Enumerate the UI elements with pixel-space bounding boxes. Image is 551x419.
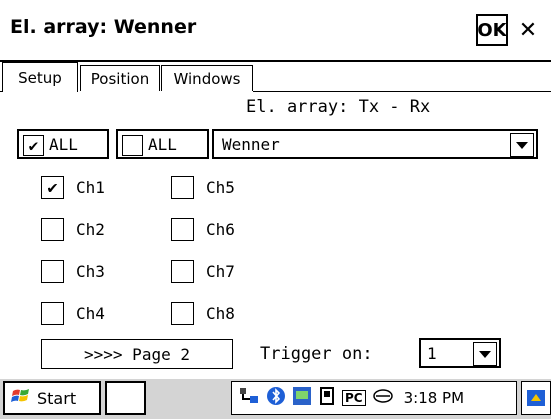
array-select-value: Wenner [222, 135, 280, 154]
bluetooth-icon[interactable] [266, 386, 286, 410]
checkbox-empty-icon [171, 260, 194, 283]
chevron-down-icon[interactable] [510, 133, 534, 157]
all-label: ALL [148, 135, 177, 154]
trigger-select-value: 1 [427, 344, 437, 363]
channel-label: Ch7 [206, 262, 235, 281]
checkbox-checked-icon: ✔ [41, 176, 64, 199]
clock[interactable]: 3:18 PM [404, 389, 464, 407]
tab-position[interactable]: Position [80, 65, 160, 91]
page-2-button[interactable]: >>>> Page 2 [41, 339, 233, 369]
windows-logo-icon [11, 386, 31, 410]
tab-divider [0, 91, 2, 92]
trigger-select[interactable]: 1 [419, 338, 501, 368]
channel-label: Ch8 [206, 304, 235, 323]
chevron-down-icon[interactable] [473, 342, 497, 366]
pc-icon[interactable]: PC [342, 390, 366, 406]
ok-button[interactable]: OK [476, 14, 508, 46]
tab-setup[interactable]: Setup [2, 62, 78, 92]
desktop-icon[interactable] [521, 381, 551, 415]
system-tray: PC 3:18 PM [231, 381, 517, 415]
channel-label: Ch3 [76, 262, 105, 281]
checkbox-empty-icon [122, 135, 143, 156]
checkbox-empty-icon [171, 302, 194, 325]
checkbox-checked-icon: ✔ [23, 135, 44, 156]
network-icon[interactable] [238, 386, 260, 410]
connection-icon[interactable] [372, 387, 394, 409]
trigger-label: Trigger on: [260, 344, 373, 364]
channel-label: Ch6 [206, 220, 235, 239]
close-button[interactable]: ✕ [512, 14, 544, 46]
checkbox-empty-icon [171, 218, 194, 241]
tab-windows[interactable]: Windows [161, 65, 253, 91]
sync-icon[interactable] [318, 386, 336, 410]
checkbox-empty-icon [41, 218, 64, 241]
checkbox-empty-icon [41, 260, 64, 283]
channel-label: Ch2 [76, 220, 105, 239]
start-label: Start [37, 388, 77, 408]
checkbox-empty-icon [171, 176, 194, 199]
title-divider [0, 60, 551, 62]
all-unchecked-toggle[interactable]: ALL [116, 129, 209, 159]
array-select[interactable]: Wenner [212, 129, 538, 159]
tab-divider [253, 91, 551, 92]
channel-label: Ch4 [76, 304, 105, 323]
all-checked-toggle[interactable]: ✔ ALL [17, 129, 109, 159]
app-icon[interactable] [292, 386, 312, 410]
start-button[interactable]: Start [3, 381, 101, 415]
window-title: El. array: Wenner [10, 16, 197, 38]
channel-label: Ch5 [206, 178, 235, 197]
array-label: El. array: Tx - Rx [246, 97, 431, 117]
all-label: ALL [49, 135, 78, 154]
title-bar: El. array: Wenner OK ✕ [0, 0, 551, 63]
taskbar-slot[interactable] [105, 381, 146, 415]
close-icon: ✕ [518, 17, 538, 43]
channel-label: Ch1 [76, 178, 105, 197]
checkbox-empty-icon [41, 302, 64, 325]
